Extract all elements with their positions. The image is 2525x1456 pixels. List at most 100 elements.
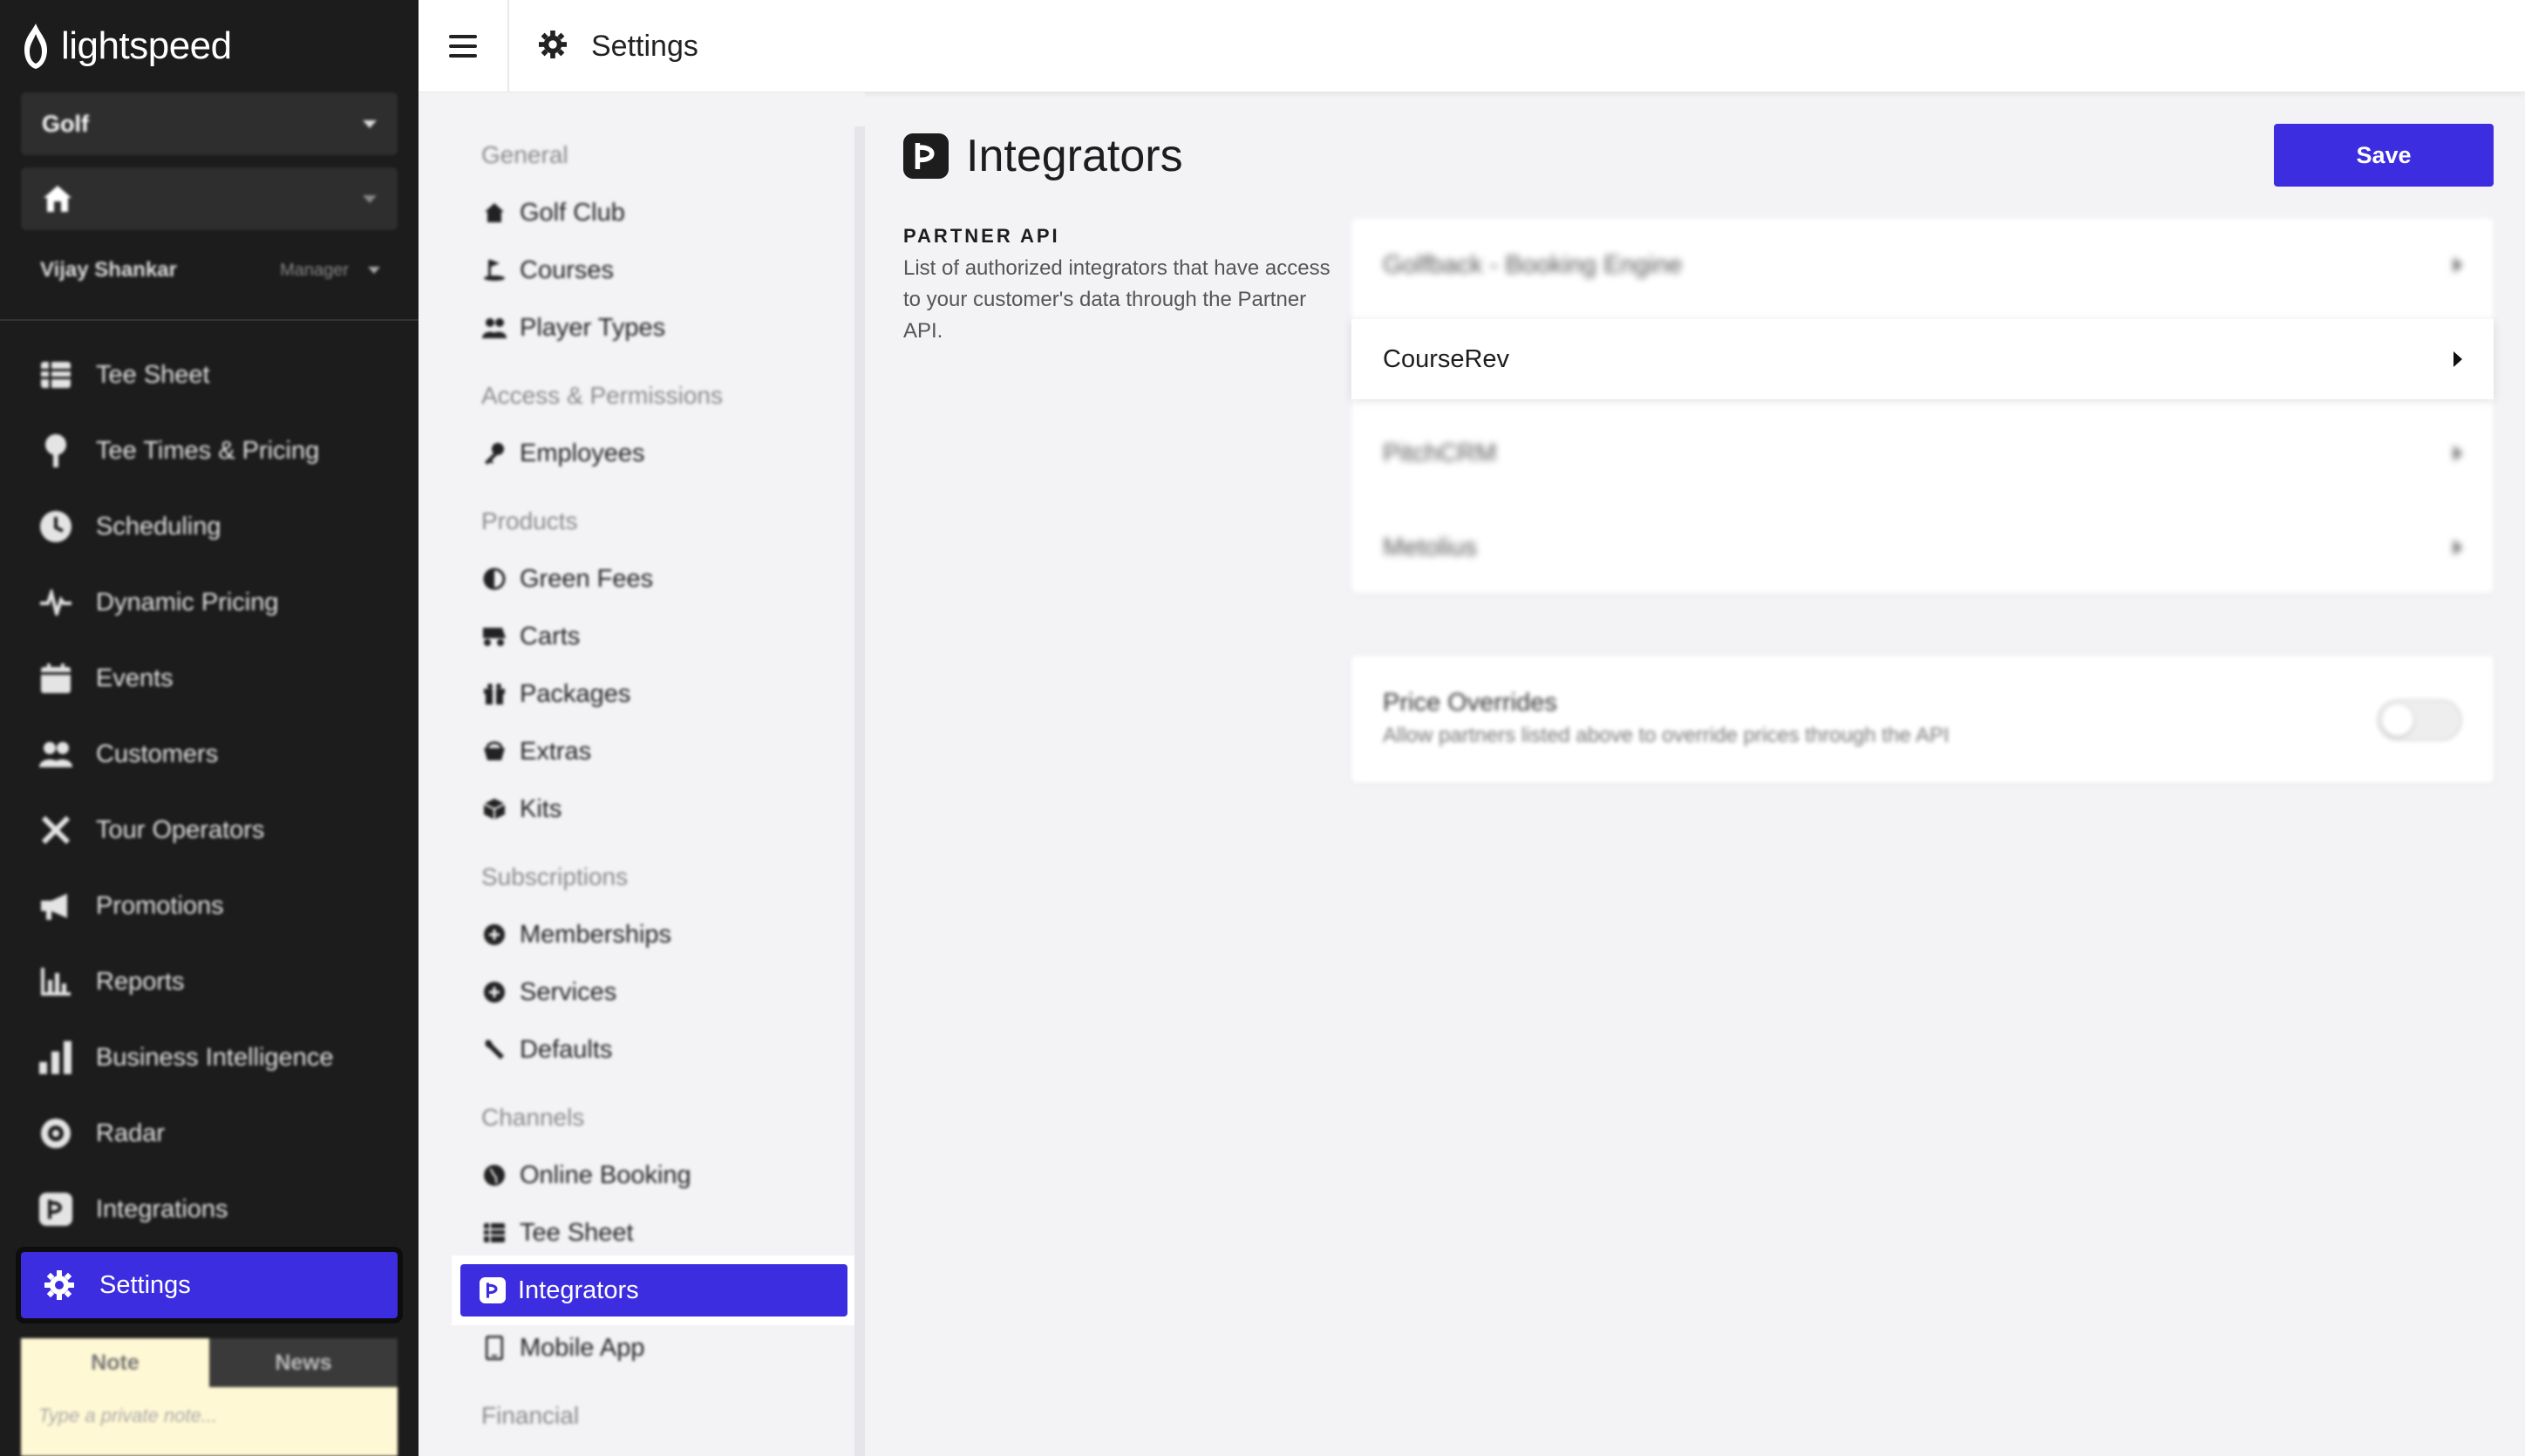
integrations-icon: [480, 1277, 506, 1303]
menu-item-player-types[interactable]: Player Types: [481, 306, 665, 350]
section-description: List of authorized integrators that have…: [903, 256, 1331, 343]
hamburger-menu-button[interactable]: [419, 0, 509, 92]
menu-item-golf-club[interactable]: Golf Club: [481, 191, 625, 235]
user-menu[interactable]: Vijay Shankar Manager: [40, 258, 380, 282]
integrator-row[interactable]: CourseRev: [1351, 319, 2494, 399]
basket-icon: [481, 738, 507, 765]
user-role: Manager: [280, 260, 349, 280]
menu-item-online-booking[interactable]: Online Booking: [481, 1153, 691, 1197]
menu-item-carts[interactable]: Carts: [481, 615, 580, 658]
main-sidebar: lightspeed Golf Vijay Shankar Manager Te…: [0, 0, 419, 1456]
menu-item-label: Extras: [520, 737, 592, 765]
location-select[interactable]: [21, 167, 398, 230]
tab-note[interactable]: Note: [21, 1338, 209, 1387]
gift-icon: [481, 681, 507, 707]
business-select[interactable]: Golf: [21, 92, 398, 155]
sidebar-item-label: Dynamic Pricing: [96, 588, 279, 616]
menu-item-courses[interactable]: Courses: [481, 248, 614, 292]
sidebar-item-label: Customers: [96, 739, 219, 768]
menu-item-packages[interactable]: Packages: [481, 672, 630, 716]
sidebar-item-label: Tee Times & Pricing: [96, 436, 320, 465]
half-circle-icon: [481, 566, 507, 592]
integrations-icon: [903, 133, 949, 179]
sidebar-item-business-intelligence[interactable]: Business Intelligence: [38, 1031, 333, 1084]
tab-news[interactable]: News: [209, 1338, 398, 1387]
menu-item-label: Online Booking: [520, 1160, 691, 1189]
menu-item-defaults[interactable]: Defaults: [481, 1028, 612, 1072]
sidebar-item-tour-operators[interactable]: Tour Operators: [38, 804, 264, 856]
menu-item-label: Defaults: [520, 1035, 613, 1064]
price-overrides-toggle[interactable]: [2377, 699, 2462, 741]
integrator-row[interactable]: Golfback - Booking Engine: [1351, 218, 2494, 312]
page-header-title: Settings: [591, 29, 698, 63]
page-header: Settings: [539, 0, 698, 92]
section-label: PARTNER API: [903, 225, 1060, 247]
calendar-icon: [38, 661, 73, 696]
globe-icon: [481, 1162, 507, 1188]
menu-item-label: Employees: [520, 439, 645, 467]
sidebar-item-label: Tour Operators: [96, 815, 265, 844]
list-icon: [38, 357, 73, 392]
menu-item-label: Green Fees: [520, 564, 654, 593]
save-button[interactable]: Save: [2274, 124, 2494, 187]
caret-down-icon: [363, 194, 377, 203]
menu-item-integrators[interactable]: Integrators: [460, 1264, 847, 1317]
menu-item-label: Golf Club: [520, 198, 625, 227]
sidebar-item-label: Scheduling: [96, 512, 221, 541]
menu-item-extras[interactable]: Extras: [481, 730, 591, 773]
menu-item-label: Courses: [520, 255, 614, 284]
menu-item-tee-sheet[interactable]: Tee Sheet: [481, 1211, 634, 1255]
sidebar-item-label: Settings: [99, 1270, 191, 1299]
page-title: Integrators: [903, 127, 1183, 185]
menu-heading-general: General: [481, 141, 568, 168]
sidebar-item-customers[interactable]: Customers: [38, 728, 218, 780]
menu-item-label: Services: [520, 977, 617, 1006]
menu-item-label: Integrators: [518, 1276, 639, 1304]
lightspeed-logo[interactable]: lightspeed: [19, 19, 232, 73]
caret-right-icon: [2454, 446, 2462, 461]
sidebar-item-settings[interactable]: Settings: [16, 1247, 403, 1323]
gear-icon: [539, 31, 570, 62]
caret-down-icon: [368, 267, 380, 274]
sidebar-item-label: Tee Sheet: [96, 360, 210, 389]
menu-item-label: Mobile App: [520, 1333, 645, 1362]
menu-heading-channels: Channels: [481, 1104, 585, 1131]
integrator-row[interactable]: PitchCRM: [1351, 406, 2494, 500]
price-overrides-title: Price Overrides: [1383, 689, 1557, 717]
integrators-list: Golfback - Booking Engine CourseRev Pitc…: [1351, 218, 2494, 593]
sidebar-item-label: Events: [96, 663, 174, 692]
logo-wordmark: lightspeed: [61, 24, 232, 67]
integrator-row[interactable]: Metolius: [1351, 500, 2494, 595]
sidebar-item-label: Integrations: [96, 1194, 228, 1223]
sidebar-item-radar[interactable]: Radar: [38, 1107, 165, 1160]
bar-chart-icon: [38, 964, 73, 999]
integrator-name: PitchCRM: [1383, 439, 1497, 467]
sidebar-item-label: Radar: [96, 1119, 165, 1147]
menu-item-label: Packages: [520, 679, 631, 708]
menu-item-green-fees[interactable]: Green Fees: [481, 557, 653, 601]
top-bar: Settings: [419, 0, 2525, 92]
menu-item-memberships[interactable]: Memberships: [481, 913, 671, 956]
sidebar-item-tee-sheet[interactable]: Tee Sheet: [38, 349, 210, 401]
menu-item-kits[interactable]: Kits: [481, 787, 561, 831]
sidebar-item-tee-times-pricing[interactable]: Tee Times & Pricing: [38, 425, 319, 477]
menu-heading-access: Access & Permissions: [481, 382, 723, 409]
sidebar-item-events[interactable]: Events: [38, 652, 174, 704]
settings-menu-scrollbar[interactable]: [854, 126, 865, 1456]
users-icon: [481, 315, 507, 341]
sidebar-item-promotions[interactable]: Promotions: [38, 880, 224, 932]
flame-icon: [24, 24, 47, 69]
sidebar-item-integrations[interactable]: Integrations: [38, 1183, 228, 1235]
sidebar-item-reports[interactable]: Reports: [38, 956, 185, 1008]
badge-icon: [481, 922, 507, 948]
menu-item-employees[interactable]: Employees: [481, 432, 644, 475]
private-note-input[interactable]: Type a private note...: [21, 1387, 398, 1456]
toggle-knob: [2382, 704, 2413, 736]
home-icon: [44, 186, 71, 212]
box-icon: [481, 796, 507, 822]
sidebar-item-dynamic-pricing[interactable]: Dynamic Pricing: [38, 576, 279, 629]
menu-item-mobile-app[interactable]: Mobile App: [481, 1326, 645, 1370]
sidebar-item-scheduling[interactable]: Scheduling: [38, 500, 221, 553]
menu-item-services[interactable]: Services: [481, 970, 616, 1014]
wrench-icon: [481, 1037, 507, 1063]
